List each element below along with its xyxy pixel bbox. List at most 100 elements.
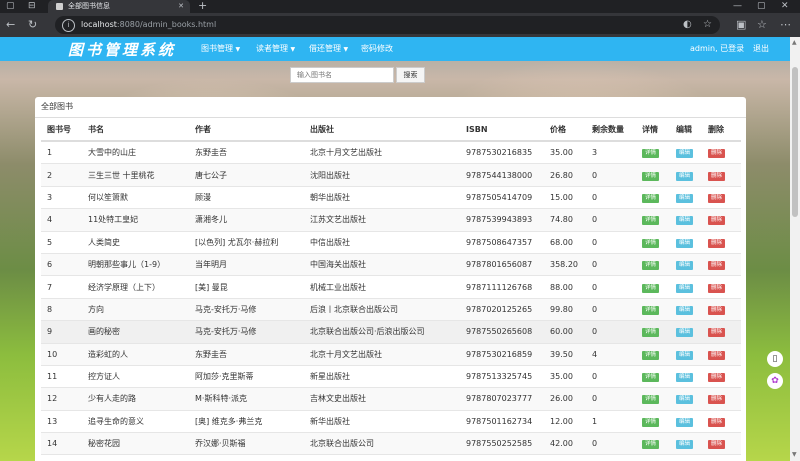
cell-price: 35.80 xyxy=(544,454,586,461)
header-remaining[interactable]: 剩余数量 xyxy=(586,118,636,142)
delete-button[interactable]: 删除 xyxy=(708,350,726,360)
search-form: 搜索 xyxy=(290,67,425,83)
logged-in-user[interactable]: admin, 已登录 xyxy=(690,37,744,61)
maximize-icon[interactable]: ▢ xyxy=(757,0,766,13)
edit-button[interactable]: 编辑 xyxy=(676,261,694,271)
cell-detail: 详情 xyxy=(636,141,670,165)
cell-publisher: 朝华出版社 xyxy=(304,186,460,210)
delete-button[interactable]: 删除 xyxy=(708,149,726,159)
new-tab-icon[interactable]: + xyxy=(198,0,207,12)
detail-button[interactable]: 详情 xyxy=(642,216,660,226)
edit-button[interactable]: 编辑 xyxy=(676,440,694,450)
window-menu-icon[interactable]: ▢ xyxy=(6,0,15,13)
delete-button[interactable]: 删除 xyxy=(708,193,726,203)
collections-icon[interactable]: ▣ xyxy=(736,17,746,33)
detail-button[interactable]: 详情 xyxy=(642,283,660,293)
cell-author: [奥] 维克多·弗兰克 xyxy=(189,410,304,434)
scroll-up-icon[interactable]: ▲ xyxy=(792,39,797,46)
delete-button[interactable]: 删除 xyxy=(708,283,726,293)
detail-button[interactable]: 详情 xyxy=(642,417,660,427)
header-publisher[interactable]: 出版社 xyxy=(304,118,460,142)
cell-publisher: 新华出版社 xyxy=(304,410,460,434)
header-price[interactable]: 价格 xyxy=(544,118,586,142)
delete-button[interactable]: 删除 xyxy=(708,417,726,427)
cell-title: 三生三世 十里桃花 xyxy=(82,163,189,187)
menu-borrow-return[interactable]: 借还管理 ▼ xyxy=(309,37,348,62)
cell-delete: 删除 xyxy=(702,163,741,187)
translate-icon[interactable]: ◐ xyxy=(683,18,692,32)
address-bar[interactable]: i localhost:8080/admin_books.html ◐ ☆ xyxy=(55,16,720,34)
cell-remaining: 0 xyxy=(586,186,636,210)
detail-button[interactable]: 详情 xyxy=(642,440,660,450)
delete-button[interactable]: 删除 xyxy=(708,395,726,405)
cell-isbn: 9787111126768 xyxy=(460,275,544,299)
cell-edit: 编辑 xyxy=(670,454,702,461)
detail-button[interactable]: 详情 xyxy=(642,261,660,271)
header-isbn[interactable]: ISBN xyxy=(460,118,544,142)
bookmark-star-icon[interactable]: ☆ xyxy=(703,18,712,32)
window-close-icon[interactable]: ✕ xyxy=(781,0,789,13)
delete-button[interactable]: 删除 xyxy=(708,171,726,181)
detail-button[interactable]: 详情 xyxy=(642,171,660,181)
reader-mode-icon[interactable]: ▯ xyxy=(767,351,783,367)
detail-button[interactable]: 详情 xyxy=(642,149,660,159)
cell-delete: 删除 xyxy=(702,365,741,389)
delete-button[interactable]: 删除 xyxy=(708,373,726,383)
edit-button[interactable]: 编辑 xyxy=(676,193,694,203)
site-logo[interactable]: 图书管理系统 xyxy=(68,39,176,60)
header-author[interactable]: 作者 xyxy=(189,118,304,142)
url-text[interactable]: localhost:8080/admin_books.html xyxy=(81,16,216,34)
detail-button[interactable]: 详情 xyxy=(642,350,660,360)
edit-button[interactable]: 编辑 xyxy=(676,216,694,226)
edit-button[interactable]: 编辑 xyxy=(676,350,694,360)
edit-button[interactable]: 编辑 xyxy=(676,395,694,405)
favorites-icon[interactable]: ☆ xyxy=(757,17,767,33)
logout-link[interactable]: 退出 xyxy=(753,37,769,61)
edit-button[interactable]: 编辑 xyxy=(676,305,694,315)
cell-delete: 删除 xyxy=(702,343,741,366)
back-icon[interactable]: ← xyxy=(6,17,15,33)
delete-button[interactable]: 删除 xyxy=(708,328,726,338)
search-button[interactable]: 搜索 xyxy=(396,67,425,83)
cell-publisher: 北京十月文艺出版社 xyxy=(304,343,460,366)
scroll-down-icon[interactable]: ▼ xyxy=(792,451,797,458)
reload-icon[interactable]: ↻ xyxy=(28,17,37,33)
cell-publisher: 江苏文艺出版社 xyxy=(304,208,460,232)
detail-button[interactable]: 详情 xyxy=(642,395,660,405)
delete-button[interactable]: 删除 xyxy=(708,238,726,248)
edit-button[interactable]: 编辑 xyxy=(676,149,694,159)
header-title[interactable]: 书名 xyxy=(82,118,189,142)
edit-button[interactable]: 编辑 xyxy=(676,373,694,383)
cell-publisher: 调华大学出版社 xyxy=(304,454,460,461)
detail-button[interactable]: 详情 xyxy=(642,328,660,338)
edit-button[interactable]: 编辑 xyxy=(676,417,694,427)
tab-close-icon[interactable]: ✕ xyxy=(178,0,184,13)
cell-author: [美] 曼昆 xyxy=(189,275,304,299)
menu-reader-management[interactable]: 读者管理 ▼ xyxy=(256,37,295,62)
minimize-icon[interactable]: — xyxy=(733,0,742,13)
scrollbar-thumb[interactable] xyxy=(792,67,798,217)
delete-button[interactable]: 删除 xyxy=(708,305,726,315)
delete-button[interactable]: 删除 xyxy=(708,216,726,226)
copilot-icon[interactable]: ✿ xyxy=(767,373,783,389)
detail-button[interactable]: 详情 xyxy=(642,305,660,315)
detail-button[interactable]: 详情 xyxy=(642,193,660,203)
cell-detail: 详情 xyxy=(636,275,670,299)
edit-button[interactable]: 编辑 xyxy=(676,238,694,248)
detail-button[interactable]: 详情 xyxy=(642,373,660,383)
search-input[interactable] xyxy=(290,67,394,83)
detail-button[interactable]: 详情 xyxy=(642,238,660,248)
menu-book-management[interactable]: 图书管理 ▼ xyxy=(201,37,240,62)
delete-button[interactable]: 删除 xyxy=(708,261,726,271)
tab-list-icon[interactable]: ⊟ xyxy=(28,0,36,13)
page-scrollbar[interactable]: ▲ ▼ xyxy=(790,37,800,461)
menu-change-password[interactable]: 密码修改 xyxy=(361,37,393,61)
delete-button[interactable]: 删除 xyxy=(708,440,726,450)
browser-tab[interactable]: 全部图书信息 ✕ xyxy=(48,0,190,13)
more-menu-icon[interactable]: ⋯ xyxy=(780,17,791,33)
edit-button[interactable]: 编辑 xyxy=(676,328,694,338)
edit-button[interactable]: 编辑 xyxy=(676,283,694,293)
edit-button[interactable]: 编辑 xyxy=(676,171,694,181)
site-info-icon[interactable]: i xyxy=(62,19,75,32)
header-book-id[interactable]: 图书号 xyxy=(41,118,82,142)
